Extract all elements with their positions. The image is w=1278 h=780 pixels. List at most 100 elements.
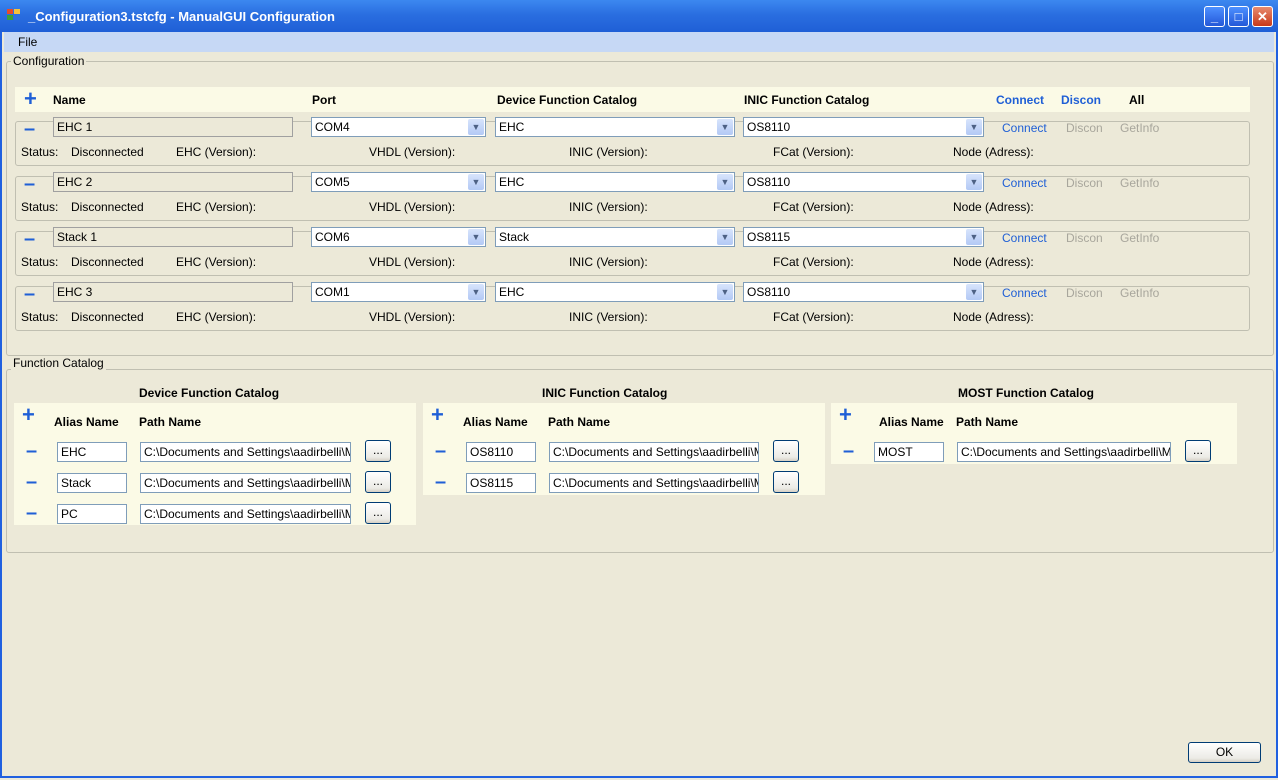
remove-device-icon[interactable]: – bbox=[24, 174, 35, 194]
device-name-field[interactable]: EHC 3 bbox=[53, 282, 293, 302]
port-select[interactable]: COM6 ▼ bbox=[311, 227, 486, 247]
remove-device-icon[interactable]: – bbox=[24, 229, 35, 249]
browse-button[interactable]: ... bbox=[365, 502, 391, 524]
remove-device-icon[interactable]: – bbox=[24, 119, 35, 139]
port-select[interactable]: COM1 ▼ bbox=[311, 282, 486, 302]
browse-button[interactable]: ... bbox=[773, 440, 799, 462]
header-port: Port bbox=[312, 93, 336, 107]
browse-button[interactable]: ... bbox=[365, 471, 391, 493]
status-value: Disconnected bbox=[71, 310, 144, 324]
chevron-down-icon: ▼ bbox=[468, 119, 484, 135]
remove-catalog-icon[interactable]: – bbox=[26, 503, 37, 523]
port-value: COM6 bbox=[315, 230, 350, 244]
inic-catalog-select[interactable]: OS8115 ▼ bbox=[743, 227, 984, 247]
device-catalog-title: Device Function Catalog bbox=[139, 386, 280, 400]
vhdl-version-label: VHDL (Version): bbox=[369, 255, 456, 269]
inic-catalog-value: OS8110 bbox=[747, 120, 791, 134]
discon-button[interactable]: Discon bbox=[1066, 121, 1103, 135]
inic-catalog-select[interactable]: OS8110 ▼ bbox=[743, 117, 984, 137]
alias-name-field[interactable]: Stack bbox=[57, 473, 127, 493]
alias-name-field[interactable]: OS8115 bbox=[466, 473, 536, 493]
maximize-button[interactable]: □ bbox=[1228, 6, 1249, 27]
chevron-down-icon: ▼ bbox=[966, 229, 982, 245]
ehc-version-label: EHC (Version): bbox=[176, 145, 257, 159]
inic-catalog-value: OS8110 bbox=[747, 285, 791, 299]
device-catalog-select[interactable]: Stack ▼ bbox=[495, 227, 735, 247]
header-name: Name bbox=[53, 93, 86, 107]
add-device-icon[interactable]: + bbox=[24, 88, 37, 110]
getinfo-button[interactable]: GetInfo bbox=[1120, 121, 1159, 135]
browse-button[interactable]: ... bbox=[365, 440, 391, 462]
configuration-group-label: Configuration bbox=[11, 54, 87, 68]
path-name-field[interactable]: C:\Documents and Settings\aadirbelli\My bbox=[549, 442, 759, 462]
remove-device-icon[interactable]: – bbox=[24, 284, 35, 304]
path-name-field[interactable]: C:\Documents and Settings\aadirbelli\My bbox=[140, 473, 351, 493]
connect-button[interactable]: Connect bbox=[1002, 286, 1047, 300]
path-name-header: Path Name bbox=[548, 415, 611, 429]
connect-button[interactable]: Connect bbox=[1002, 231, 1047, 245]
discon-button[interactable]: Discon bbox=[1066, 176, 1103, 190]
alias-name-field[interactable]: PC bbox=[57, 504, 127, 524]
connect-all-button[interactable]: Connect bbox=[996, 93, 1044, 107]
chevron-down-icon: ▼ bbox=[966, 284, 982, 300]
header-all: All bbox=[1129, 93, 1145, 107]
status-value: Disconnected bbox=[71, 145, 144, 159]
path-name-field[interactable]: C:\Documents and Settings\aadirbelli\My bbox=[549, 473, 759, 493]
device-name-field[interactable]: EHC 1 bbox=[53, 117, 293, 137]
alias-name-field[interactable]: EHC bbox=[57, 442, 127, 462]
device-catalog-select[interactable]: EHC ▼ bbox=[495, 282, 735, 302]
getinfo-button[interactable]: GetInfo bbox=[1120, 176, 1159, 190]
chevron-down-icon: ▼ bbox=[966, 174, 982, 190]
browse-button[interactable]: ... bbox=[773, 471, 799, 493]
device-catalog-select[interactable]: EHC ▼ bbox=[495, 172, 735, 192]
device-catalog-value: EHC bbox=[499, 175, 525, 189]
inic-catalog-select[interactable]: OS8110 ▼ bbox=[743, 172, 984, 192]
minimize-button[interactable]: _ bbox=[1204, 6, 1225, 27]
remove-catalog-icon[interactable]: – bbox=[26, 441, 37, 461]
app-icon bbox=[7, 9, 20, 20]
alias-name-field[interactable]: MOST bbox=[874, 442, 944, 462]
vhdl-version-label: VHDL (Version): bbox=[369, 145, 456, 159]
remove-catalog-icon[interactable]: – bbox=[435, 472, 446, 492]
connect-button[interactable]: Connect bbox=[1002, 176, 1047, 190]
ehc-version-label: EHC (Version): bbox=[176, 255, 257, 269]
getinfo-button[interactable]: GetInfo bbox=[1120, 231, 1159, 245]
add-most-catalog-icon[interactable]: + bbox=[839, 404, 852, 426]
connect-button[interactable]: Connect bbox=[1002, 121, 1047, 135]
discon-button[interactable]: Discon bbox=[1066, 231, 1103, 245]
browse-button[interactable]: ... bbox=[1185, 440, 1211, 462]
most-catalog-panel: + Alias Name Path Name – MOST C:\Documen… bbox=[831, 403, 1237, 464]
device-name-field[interactable]: Stack 1 bbox=[53, 227, 293, 247]
remove-catalog-icon[interactable]: – bbox=[26, 472, 37, 492]
device-name-field[interactable]: EHC 2 bbox=[53, 172, 293, 192]
remove-catalog-icon[interactable]: – bbox=[435, 441, 446, 461]
status-value: Disconnected bbox=[71, 200, 144, 214]
getinfo-button[interactable]: GetInfo bbox=[1120, 286, 1159, 300]
path-name-field[interactable]: C:\Documents and Settings\aadirbelli\My … bbox=[957, 442, 1171, 462]
vhdl-version-label: VHDL (Version): bbox=[369, 200, 456, 214]
node-address-label: Node (Adress): bbox=[953, 200, 1034, 214]
add-inic-catalog-icon[interactable]: + bbox=[431, 404, 444, 426]
path-name-field[interactable]: C:\Documents and Settings\aadirbelli\My bbox=[140, 442, 351, 462]
close-button[interactable]: ✕ bbox=[1252, 6, 1273, 27]
device-catalog-select[interactable]: EHC ▼ bbox=[495, 117, 735, 137]
port-select[interactable]: COM5 ▼ bbox=[311, 172, 486, 192]
add-device-catalog-icon[interactable]: + bbox=[22, 404, 35, 426]
chevron-down-icon: ▼ bbox=[966, 119, 982, 135]
port-select[interactable]: COM4 ▼ bbox=[311, 117, 486, 137]
ok-button[interactable]: OK bbox=[1188, 742, 1261, 763]
close-icon: ✕ bbox=[1257, 9, 1268, 24]
path-name-field[interactable]: C:\Documents and Settings\aadirbelli\My bbox=[140, 504, 351, 524]
remove-catalog-icon[interactable]: – bbox=[843, 441, 854, 461]
inic-catalog-select[interactable]: OS8110 ▼ bbox=[743, 282, 984, 302]
alias-name-field[interactable]: OS8110 bbox=[466, 442, 536, 462]
inic-catalog-value: OS8110 bbox=[747, 175, 791, 189]
discon-button[interactable]: Discon bbox=[1066, 286, 1103, 300]
chevron-down-icon: ▼ bbox=[468, 284, 484, 300]
minimize-icon: _ bbox=[1210, 9, 1219, 24]
node-address-label: Node (Adress): bbox=[953, 255, 1034, 269]
inic-version-label: INIC (Version): bbox=[569, 145, 648, 159]
discon-all-button[interactable]: Discon bbox=[1061, 93, 1101, 107]
menu-file[interactable]: File bbox=[18, 35, 37, 49]
fcat-version-label: FCat (Version): bbox=[773, 255, 854, 269]
